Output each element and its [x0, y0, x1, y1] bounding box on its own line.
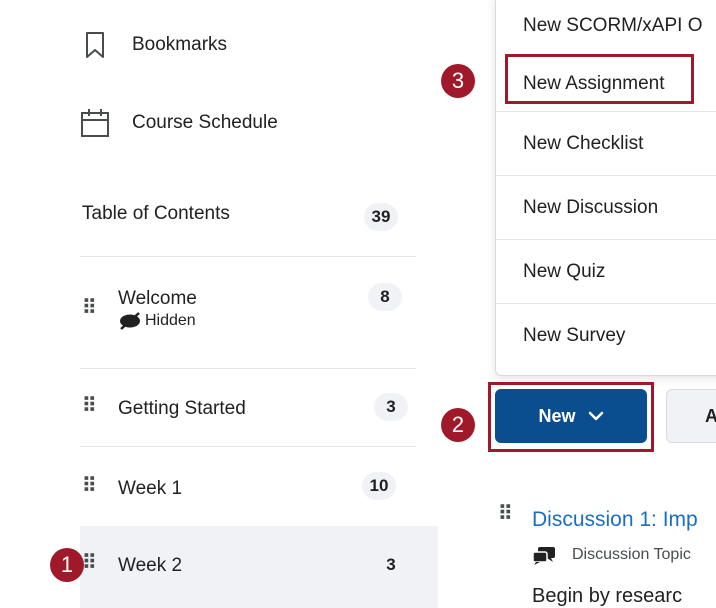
- drag-handle-icon[interactable]: ⠿: [498, 504, 513, 524]
- bookmark-icon: [80, 30, 110, 60]
- menu-item-new-scorm[interactable]: New SCORM/xAPI O: [496, 1, 716, 41]
- module-item-week-2[interactable]: ⠿ Week 2: [80, 551, 416, 581]
- content-item-description: Begin by researc: [532, 585, 683, 607]
- menu-item-new-quiz[interactable]: New Quiz: [496, 239, 716, 303]
- content-item-title-link[interactable]: Discussion 1: Imp: [532, 508, 698, 532]
- module-item-getting-started[interactable]: ⠿ Getting Started: [80, 394, 416, 424]
- eye-slash-icon: [118, 312, 142, 330]
- calendar-icon: [80, 108, 110, 138]
- module-count-badge: 3: [374, 551, 408, 579]
- drag-handle-icon[interactable]: ⠿: [82, 298, 97, 318]
- step-callout-3: 3: [441, 64, 475, 98]
- step-callout-2: 2: [441, 408, 475, 442]
- course-schedule-label: Course Schedule: [132, 112, 278, 133]
- menu-item-new-discussion[interactable]: New Discussion: [496, 175, 716, 239]
- add-existing-button[interactable]: A: [666, 389, 716, 443]
- discussion-icon: [532, 546, 556, 571]
- table-of-contents-link[interactable]: Table of Contents: [82, 203, 412, 225]
- add-existing-label: A: [705, 406, 716, 426]
- course-schedule-link[interactable]: Course Schedule: [80, 108, 278, 138]
- menu-item-label: New Discussion: [523, 197, 659, 218]
- step-callout-1: 1: [50, 548, 84, 582]
- toc-label: Table of Contents: [82, 203, 230, 224]
- drag-handle-icon[interactable]: ⠿: [82, 476, 97, 496]
- menu-item-label: New SCORM/xAPI O: [523, 15, 703, 36]
- hidden-status: Hidden: [118, 312, 196, 330]
- drag-handle-icon[interactable]: ⠿: [82, 396, 97, 416]
- module-label: Week 2: [118, 555, 183, 576]
- selected-indicator: [438, 548, 456, 588]
- menu-item-new-checklist[interactable]: New Checklist: [496, 111, 716, 175]
- bookmarks-label: Bookmarks: [132, 34, 228, 55]
- module-label: Welcome: [118, 288, 197, 309]
- module-count-badge: 10: [362, 472, 396, 500]
- highlight-new-button: [488, 382, 654, 452]
- menu-item-label: New Survey: [523, 325, 626, 346]
- module-count-badge: 3: [374, 393, 408, 421]
- bookmarks-link[interactable]: Bookmarks: [80, 30, 227, 60]
- highlight-new-assignment: [505, 54, 694, 104]
- menu-item-new-survey[interactable]: New Survey: [496, 303, 716, 367]
- module-label: Week 1: [118, 478, 183, 499]
- divider: [80, 256, 416, 257]
- module-item-welcome[interactable]: ⠿ Welcome Hidden: [80, 284, 416, 354]
- module-label: Getting Started: [118, 398, 246, 419]
- content-item-type: Discussion Topic: [572, 546, 691, 563]
- menu-item-label: New Checklist: [523, 133, 644, 154]
- divider: [80, 368, 416, 369]
- toc-count-badge: 39: [364, 203, 398, 231]
- menu-item-label: New Quiz: [523, 261, 606, 282]
- divider: [80, 446, 416, 447]
- module-count-badge: 8: [368, 283, 402, 311]
- hidden-label: Hidden: [145, 312, 196, 329]
